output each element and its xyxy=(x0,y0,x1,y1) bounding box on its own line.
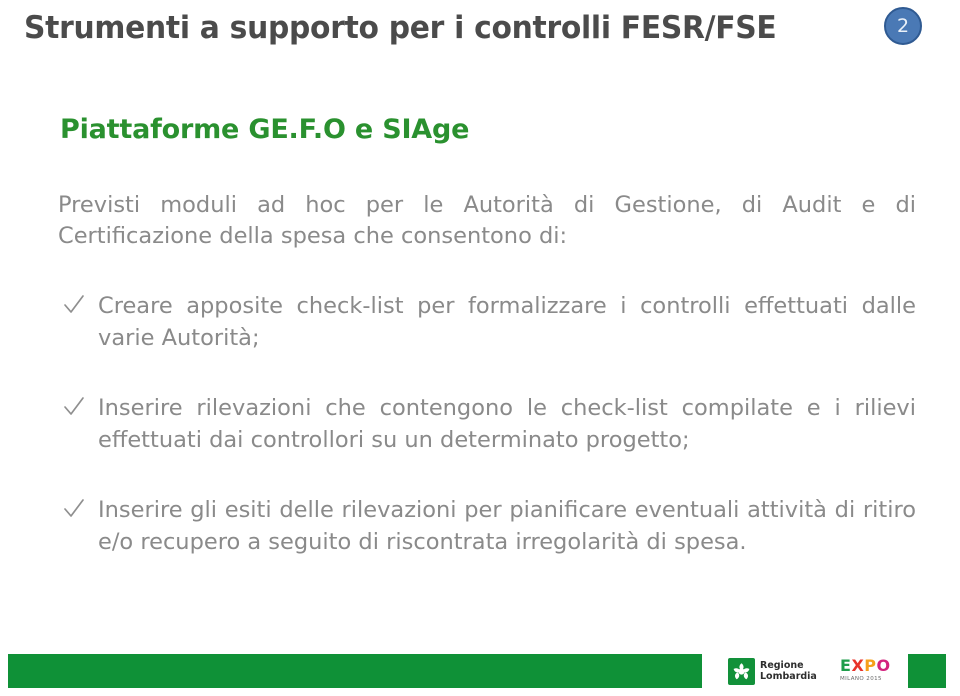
slide-canvas: Strumenti a supporto per i controlli FES… xyxy=(0,0,960,696)
intro-paragraph: Previsti moduli ad hoc per le Autorità d… xyxy=(58,192,916,249)
expo-letter-p: P xyxy=(864,656,877,675)
regione-lombardia-logo: Regione Lombardia xyxy=(728,655,820,687)
check-icon xyxy=(62,496,86,522)
page-title: Strumenti a supporto per i controlli FES… xyxy=(24,10,777,46)
list-item: Creare apposite check-list per formalizz… xyxy=(58,290,916,354)
bullet-list: Creare apposite check-list per formalizz… xyxy=(58,290,916,558)
list-item-label: Inserire gli esiti delle rilevazioni per… xyxy=(98,497,916,555)
regione-lombardia-wordmark: Regione Lombardia xyxy=(760,660,817,682)
lombardy-rose-icon xyxy=(728,657,755,685)
expo-subtitle: MILANO 2015 xyxy=(840,676,882,682)
expo-letter-o: O xyxy=(876,656,891,675)
expo-milano-logo: EXPO MILANO 2015 xyxy=(840,657,902,687)
check-icon xyxy=(62,394,86,420)
regione-label: Regione xyxy=(760,660,804,671)
lombardia-label: Lombardia xyxy=(760,671,817,682)
list-item: Inserire gli esiti delle rilevazioni per… xyxy=(58,494,916,558)
expo-wordmark: EXPO xyxy=(840,657,902,674)
list-item: Inserire rilevazioni che contengono le c… xyxy=(58,392,916,456)
slide-footer: Regione Lombardia EXPO MILANO 2015 xyxy=(0,646,960,696)
expo-letter-e: E xyxy=(840,656,852,675)
check-icon xyxy=(62,292,86,318)
list-item-label: Creare apposite check-list per formalizz… xyxy=(98,293,916,351)
expo-letter-x: X xyxy=(851,656,865,675)
page-number-badge: 2 xyxy=(884,7,922,45)
footer-green-block-right xyxy=(908,654,946,688)
slide-title-row: Strumenti a supporto per i controlli FES… xyxy=(0,0,960,62)
slide-body: Previsti moduli ad hoc per le Autorità d… xyxy=(58,190,916,558)
footer-green-bar xyxy=(8,654,702,688)
slide-subtitle: Piattaforme GE.F.O e SIAge xyxy=(60,114,470,145)
list-item-label: Inserire rilevazioni che contengono le c… xyxy=(98,395,916,453)
page-number-value: 2 xyxy=(896,14,910,37)
